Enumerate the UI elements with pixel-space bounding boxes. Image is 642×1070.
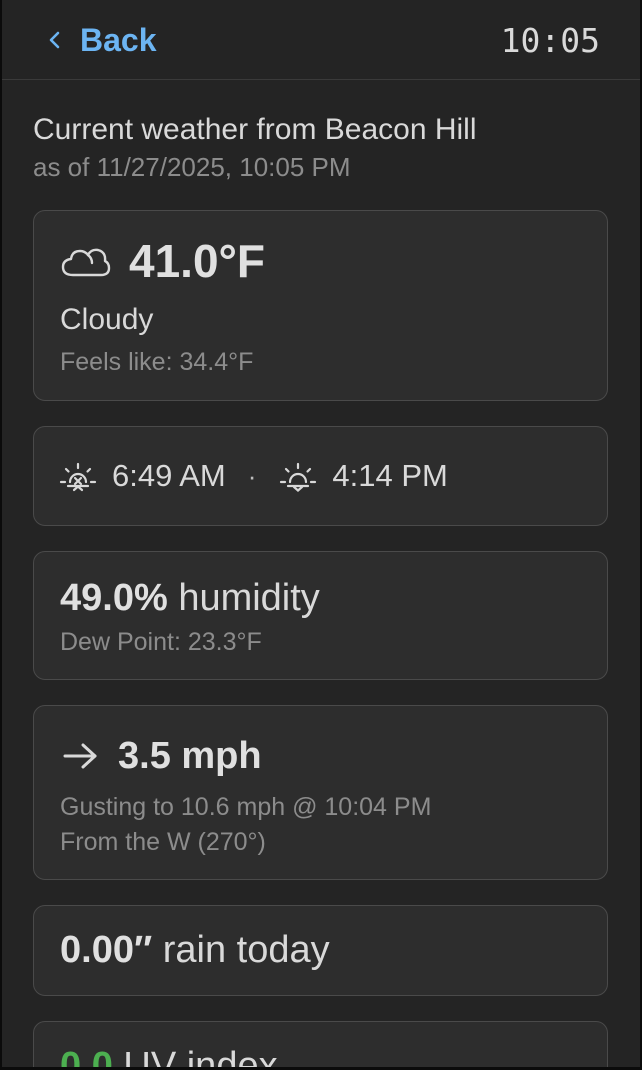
sunset-time: 4:14 PM <box>332 458 448 493</box>
rain-line: 0.00″ rain today <box>60 926 330 974</box>
uv-card: 0.0 UV index <box>33 1021 608 1067</box>
sunset-icon <box>280 462 317 492</box>
wind-direction: From the W (270°) <box>60 828 266 856</box>
page-subtitle: as of 11/27/2025, 10:05 PM <box>33 152 351 182</box>
temperature-card: 41.0°F Cloudy Feels like: 34.4°F <box>33 210 608 401</box>
rain-label: rain today <box>162 929 330 971</box>
temperature-value: 41.0°F <box>129 235 266 287</box>
humidity-card: 49.0% humidity Dew Point: 23.3°F <box>33 551 608 680</box>
sunrise-time: 6:49 AM <box>112 458 226 493</box>
temperature-row: 41.0°F <box>59 233 265 289</box>
uv-line: 0.0 UV index <box>60 1042 278 1067</box>
sun-card: 6:49 AM · 4:14 PM <box>33 426 608 526</box>
back-label: Back <box>80 21 157 58</box>
uv-label: UV index <box>123 1045 278 1067</box>
clock: 10:05 <box>500 21 600 60</box>
rain-card: 0.00″ rain today <box>33 905 608 996</box>
humidity-line: 49.0% humidity <box>60 574 320 622</box>
wind-gust: Gusting to 10.6 mph @ 10:04 PM <box>60 793 432 821</box>
rain-value: 0.00″ <box>60 929 153 971</box>
condition-label: Cloudy <box>60 303 154 336</box>
separator: · <box>247 461 257 491</box>
dew-point: Dew Point: 23.3°F <box>60 628 262 656</box>
page-title: Current weather from Beacon Hill <box>33 113 477 146</box>
arrow-right-icon <box>63 743 97 769</box>
page-header: Current weather from Beacon Hill as of 1… <box>33 110 613 184</box>
humidity-value: 49.0% <box>60 577 168 619</box>
wind-speed: 3.5 mph <box>118 735 262 777</box>
humidity-label: humidity <box>178 577 320 619</box>
uv-value: 0.0 <box>60 1045 113 1067</box>
wind-card: 3.5 mph Gusting to 10.6 mph @ 10:04 PM F… <box>33 705 608 880</box>
cloud-icon <box>61 248 111 277</box>
weather-screen: Back 10:05 Current weather from Beacon H… <box>2 0 640 1067</box>
chevron-left-icon <box>49 31 60 49</box>
sun-row: 6:49 AM · 4:14 PM <box>58 455 448 497</box>
sunrise-icon <box>59 462 97 492</box>
back-button[interactable]: Back <box>44 20 157 60</box>
feels-like: Feels like: 34.4°F <box>60 348 254 376</box>
top-bar: Back 10:05 <box>2 0 640 80</box>
wind-row: 3.5 mph <box>62 732 262 780</box>
